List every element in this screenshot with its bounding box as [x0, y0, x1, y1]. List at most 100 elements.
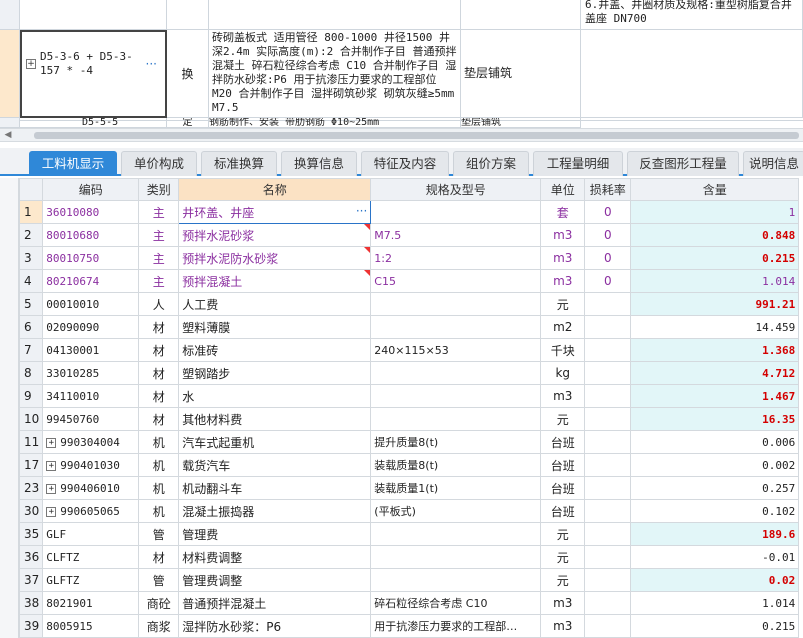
name-cell[interactable]: 预拌水泥防水砂浆 [178, 246, 372, 270]
loss-cell[interactable]: 0 [584, 200, 632, 224]
name-cell[interactable]: 其他材料费 [178, 407, 372, 431]
code-cell[interactable]: +990401030 [42, 453, 140, 477]
tab-quantity-details[interactable]: 工程量明细 [533, 151, 623, 176]
loss-cell[interactable] [584, 384, 632, 408]
code-cell[interactable]: 33010285 [42, 361, 140, 385]
loss-cell[interactable] [584, 338, 632, 362]
code-cell[interactable]: 80010750 [42, 246, 140, 270]
loss-cell[interactable] [584, 545, 632, 569]
loss-cell[interactable] [584, 453, 632, 477]
qty-cell[interactable]: 189.6 [630, 522, 800, 546]
loss-cell[interactable] [584, 476, 632, 500]
loss-cell[interactable]: 0 [584, 223, 632, 247]
unit-cell[interactable]: m2 [540, 315, 586, 339]
table-row[interactable]: 11 +990304004 机汽车式起重机 提升质量8(t) 台班 0.006 [18, 430, 800, 454]
loss-cell[interactable] [584, 591, 632, 615]
table-row[interactable]: 10 99450760 材其他材料费 元 16.35 [18, 407, 800, 431]
name-cell[interactable]: 普通预拌混凝土 [178, 591, 372, 615]
code-cell[interactable]: 80210674 [42, 269, 140, 293]
name-cell[interactable]: 预拌水泥砂浆 [178, 223, 372, 247]
code-cell[interactable]: GLFTZ [42, 568, 140, 592]
code-cell[interactable]: 36010080 [42, 200, 140, 224]
unit-cell[interactable]: 元 [540, 568, 586, 592]
table-row[interactable]: 8 33010285 材塑钢踏步 kg 4.712 [18, 361, 800, 385]
qty-cell[interactable]: 0.257 [630, 476, 800, 500]
name-cell[interactable]: 机动翻斗车 [178, 476, 372, 500]
loss-cell[interactable] [584, 614, 632, 638]
spec-cell[interactable]: 碎石粒径综合考虑 C10 [370, 591, 542, 615]
spec-cell[interactable] [370, 545, 542, 569]
col-header-code[interactable]: 编码 [42, 178, 140, 201]
table-row[interactable]: 37 GLFTZ 管管理费调整 元 0.02 [18, 568, 800, 592]
table-row[interactable]: 38 8021901 商砼 普通预拌混凝土 碎石粒径综合考虑 C10 m3 1.014 [18, 591, 800, 615]
tab-reverse-check[interactable]: 反查图形工程量 [627, 151, 739, 176]
spec-cell[interactable] [370, 361, 542, 385]
spec-cell[interactable] [370, 384, 542, 408]
code-cell[interactable]: 8021901 [42, 591, 140, 615]
qty-cell[interactable]: -0.01 [630, 545, 800, 569]
expand-icon[interactable]: + [46, 506, 57, 517]
loss-cell[interactable] [584, 522, 632, 546]
category-cell[interactable]: 材 [138, 407, 180, 431]
code-cell[interactable]: +990406010 [42, 476, 140, 500]
expand-icon[interactable]: + [46, 437, 57, 448]
unit-cell[interactable]: 元 [540, 292, 586, 316]
col-header-unit[interactable]: 单位 [540, 178, 586, 201]
qty-cell[interactable]: 0.02 [630, 568, 800, 592]
loss-cell[interactable] [584, 430, 632, 454]
loss-cell[interactable] [584, 407, 632, 431]
code-cell[interactable]: 04130001 [42, 338, 140, 362]
table-row[interactable]: 3 80010750 主预拌水泥防水砂浆 1:2 m3 0 0.215 [18, 246, 800, 270]
unit-cell[interactable]: m3 [540, 591, 586, 615]
unit-cell[interactable]: 台班 [540, 453, 586, 477]
more-icon[interactable]: ··· [146, 57, 157, 71]
spec-cell[interactable] [370, 200, 542, 224]
expand-icon[interactable]: + [46, 460, 57, 471]
horizontal-scrollbar[interactable]: ◀ [0, 128, 803, 142]
table-row[interactable]: 36 CLFTZ 材材料费调整 元 -0.01 [18, 545, 800, 569]
name-cell[interactable]: 水 [178, 384, 372, 408]
spec-cell[interactable]: 240×115×53 [370, 338, 542, 362]
unit-cell[interactable]: 元 [540, 407, 586, 431]
name-cell[interactable]: 标准砖 [178, 338, 372, 362]
tab-pricing-scheme[interactable]: 组价方案 [453, 151, 529, 176]
loss-cell[interactable] [584, 315, 632, 339]
code-cell[interactable]: +990605065 [42, 499, 140, 523]
col-header-qty[interactable]: 含量 [630, 178, 800, 201]
unit-cell[interactable]: m3 [540, 246, 586, 270]
code-cell[interactable]: GLF [42, 522, 140, 546]
code-cell[interactable]: 00010010 [42, 292, 140, 316]
spec-cell[interactable]: 用于抗渗压力要求的工程部… [370, 614, 542, 638]
category-cell[interactable]: 材 [138, 338, 180, 362]
spec-cell[interactable] [370, 292, 542, 316]
scroll-left-icon[interactable]: ◀ [2, 129, 14, 143]
code-cell[interactable]: 99450760 [42, 407, 140, 431]
category-cell[interactable]: 主 [138, 269, 180, 293]
table-row[interactable]: 39 8005915 商浆 湿拌防水砂浆：P6 用于抗渗压力要求的工程部… m3 0.215 [18, 614, 800, 638]
spec-cell[interactable]: (平板式) [370, 499, 542, 523]
expand-icon[interactable]: + [26, 59, 36, 69]
name-cell[interactable]: 汽车式起重机 [178, 430, 372, 454]
name-cell[interactable]: 湿拌防水砂浆：P6 [178, 614, 372, 638]
spec-cell[interactable]: C15 [370, 269, 542, 293]
table-row[interactable]: 5 00010010 人人工费 元 991.21 [18, 292, 800, 316]
category-cell[interactable]: 材 [138, 384, 180, 408]
table-row[interactable]: 9 34110010 材水 m3 1.467 [18, 384, 800, 408]
code-cell[interactable]: +990304004 [42, 430, 140, 454]
qty-cell[interactable]: 0.215 [630, 614, 800, 638]
scrollbar-thumb[interactable] [34, 132, 799, 139]
unit-cell[interactable]: 台班 [540, 476, 586, 500]
category-cell[interactable]: 机 [138, 453, 180, 477]
tab-standard-conversion[interactable]: 标准换算 [201, 151, 277, 176]
spec-cell[interactable] [370, 568, 542, 592]
table-row[interactable]: 6 02090090 材塑料薄膜 m2 14.459 [18, 315, 800, 339]
table-row[interactable]: 2 80010680 主预拌水泥砂浆 M7.5 m3 0 0.848 [18, 223, 800, 247]
unit-cell[interactable]: 元 [540, 545, 586, 569]
spec-cell[interactable]: 装载质量8(t) [370, 453, 542, 477]
unit-cell[interactable]: m3 [540, 614, 586, 638]
category-cell[interactable]: 管 [138, 522, 180, 546]
category-cell[interactable]: 主 [138, 200, 180, 224]
unit-cell[interactable]: m3 [540, 223, 586, 247]
qty-cell[interactable]: 0.006 [630, 430, 800, 454]
table-row[interactable]: 7 04130001 材标准砖 240×115×53 千块 1.368 [18, 338, 800, 362]
